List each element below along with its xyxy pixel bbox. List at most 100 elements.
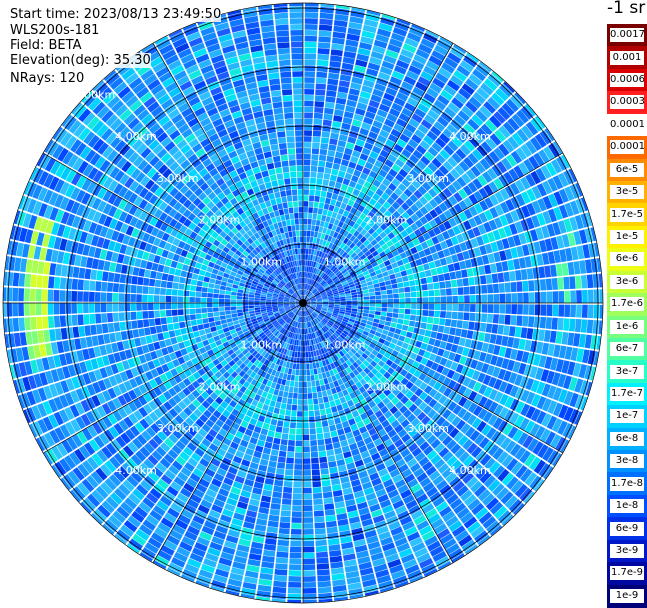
ppi-gate-cell xyxy=(36,303,42,315)
ppi-gate-cell xyxy=(161,281,167,288)
ppi-gate-cell xyxy=(293,201,298,207)
ppi-gate-cell xyxy=(522,281,528,292)
ppi-gate-cell xyxy=(248,300,254,303)
ppi-gate-cell xyxy=(291,42,303,48)
ppi-gate-cell xyxy=(324,432,331,439)
ppi-gate-cell xyxy=(289,363,293,369)
ppi-gate-cell xyxy=(285,214,290,220)
ppi-gate-cell xyxy=(248,303,254,306)
ppi-gate-cell xyxy=(60,303,66,314)
ppi-gate-cell xyxy=(183,303,189,309)
ppi-gate-cell xyxy=(78,279,84,290)
ppi-gate-cell xyxy=(261,453,269,460)
ppi-gate-cell xyxy=(326,90,336,97)
ppi-gate-cell xyxy=(79,268,86,279)
ppi-gate-cell xyxy=(287,136,295,142)
ppi-gate-cell xyxy=(275,569,288,576)
ppi-gate-cell xyxy=(266,532,278,539)
ppi-gate-cell xyxy=(552,278,558,290)
ppi-gate-cell xyxy=(307,387,312,393)
ppi-gate-cell xyxy=(303,260,305,266)
ppi-gate-cell xyxy=(375,295,381,299)
ppi-gate-cell xyxy=(314,410,320,416)
ppi-gate-cell xyxy=(332,436,340,443)
ppi-gate-cell xyxy=(313,398,318,404)
ppi-gate-cell xyxy=(303,594,317,600)
ppi-gate-cell xyxy=(178,309,184,315)
ppi-gate-cell xyxy=(297,358,300,364)
ppi-gate-cell xyxy=(328,419,335,426)
ppi-gate-cell xyxy=(248,306,254,309)
ppi-gate-cell xyxy=(274,575,287,582)
ppi-gate-cell xyxy=(313,499,323,505)
ppi-gate-cell xyxy=(231,292,237,296)
ppi-gate-cell xyxy=(395,272,402,278)
ppi-gate-cell xyxy=(219,307,225,311)
ppi-gate-cell xyxy=(288,392,293,398)
ppi-gate-cell xyxy=(160,288,166,295)
ppi-gate-cell xyxy=(119,293,125,302)
ppi-gate-cell xyxy=(173,323,180,330)
ppi-gate-cell xyxy=(265,538,277,545)
ppi-gate-cell xyxy=(299,340,301,346)
ppi-gate-cell xyxy=(154,295,160,302)
ppi-gate-cell xyxy=(276,198,282,204)
ppi-gate-cell xyxy=(303,458,310,464)
ppi-gate-cell xyxy=(303,588,316,594)
ppi-gate-cell xyxy=(237,309,243,313)
ppi-gate-cell xyxy=(324,503,334,510)
ppi-gate-cell xyxy=(283,95,293,101)
ppi-gate-cell xyxy=(210,273,217,279)
ppi-gate-cell xyxy=(89,314,95,324)
ppi-gate-cell xyxy=(268,132,277,139)
ppi-gate-cell xyxy=(303,488,312,494)
ppi-gate-cell xyxy=(107,293,113,302)
ppi-gate-cell xyxy=(325,509,335,516)
ppi-gate-cell xyxy=(303,231,306,237)
ppi-gate-cell xyxy=(490,263,497,273)
ppi-gate-cell xyxy=(412,267,419,274)
ppi-gate-cell xyxy=(48,276,55,288)
ppi-gate-cell xyxy=(304,195,309,201)
ppi-gate-cell xyxy=(308,213,312,219)
ppi-gate-cell xyxy=(303,423,309,429)
ppi-gate-cell xyxy=(335,14,349,21)
ppi-gate-cell xyxy=(309,358,312,364)
ppi-gate-cell xyxy=(186,272,193,279)
ppi-gate-cell xyxy=(286,220,291,226)
ppi-gate-cell xyxy=(318,593,332,600)
ppi-gate-cell xyxy=(101,303,107,312)
ppi-gate-cell xyxy=(156,272,163,280)
ppi-gate-cell xyxy=(225,311,231,315)
ppi-gate-cell xyxy=(318,167,325,173)
ppi-gate-cell xyxy=(312,469,320,475)
ppi-gate-cell xyxy=(277,546,289,552)
ppi-gate-cell xyxy=(393,299,399,303)
ppi-gate-cell xyxy=(277,131,285,138)
ppi-gate-cell xyxy=(444,273,451,281)
ppi-gate-cell xyxy=(488,294,494,303)
ppi-gate-cell xyxy=(320,149,328,155)
ppi-gate-cell xyxy=(148,311,154,318)
ppi-gate-cell xyxy=(295,124,303,130)
ppi-gate-cell xyxy=(283,493,292,499)
ppi-gate-cell xyxy=(381,290,387,294)
ppi-gate-cell xyxy=(188,333,195,340)
ppi-gate-cell xyxy=(54,303,60,315)
ppi-gate-cell xyxy=(315,416,321,422)
ppi-gate-cell xyxy=(333,412,340,419)
ppi-gate-cell xyxy=(303,570,316,576)
ppi-gate-cell xyxy=(323,426,330,433)
ppi-gate-cell xyxy=(213,307,219,312)
ppi-gate-cell xyxy=(320,13,334,20)
ppi-gate-cell xyxy=(316,558,328,564)
ppi-gate-cell xyxy=(284,386,289,392)
ppi-gate-cell xyxy=(415,279,421,285)
ppi-gate-cell xyxy=(280,215,285,221)
ppi-gate-cell xyxy=(226,314,232,318)
ppi-gate-cell xyxy=(329,180,336,187)
ppi-gate-cell xyxy=(294,476,302,482)
ppi-gate-cell xyxy=(581,275,588,288)
ppi-gate-cell xyxy=(304,178,310,184)
ppi-gate-cell xyxy=(304,225,308,231)
